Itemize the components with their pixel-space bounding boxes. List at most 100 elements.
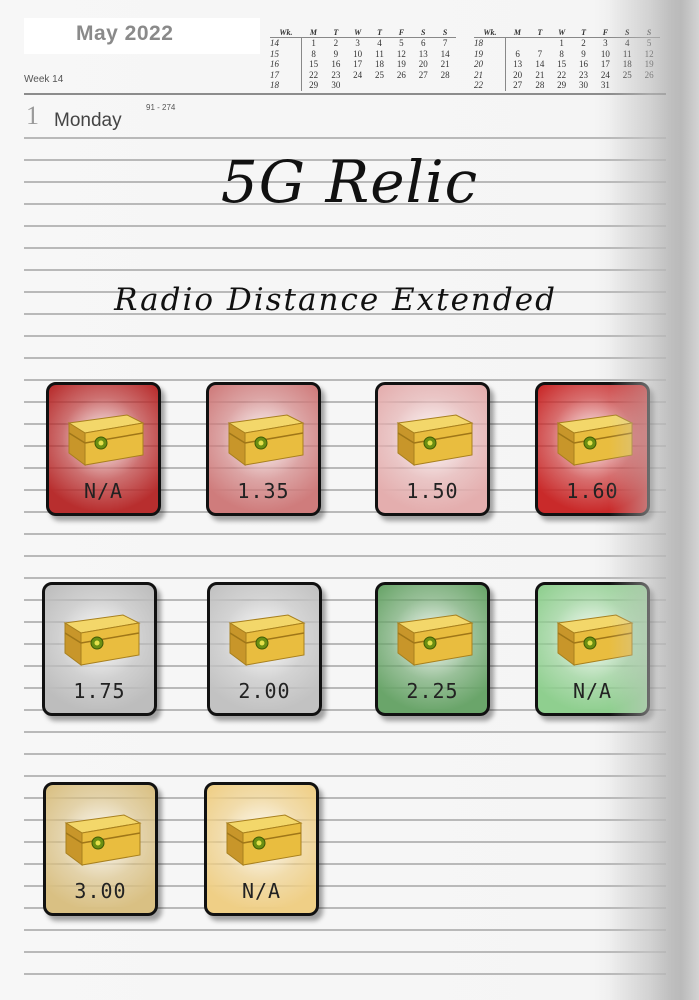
cal-day: 28 xyxy=(440,69,450,80)
mini-calendar-week: 20 13 14 15 16 17 18 19 xyxy=(474,59,660,70)
treasure-chest-icon xyxy=(227,414,305,466)
card-value: 3.00 xyxy=(74,879,127,903)
cal-day: 21 xyxy=(440,59,450,70)
cal-col-header: M xyxy=(301,27,325,38)
card-value: 1.50 xyxy=(406,479,459,503)
cal-day xyxy=(369,80,391,91)
mini-calendar-header: Wk. M T W T F S S xyxy=(270,27,456,38)
cal-day: 30 xyxy=(331,80,341,91)
cal-day xyxy=(390,80,412,91)
mini-calendar-week: 16 15 16 17 18 19 20 21 xyxy=(270,59,456,70)
treasure-chest-icon xyxy=(396,414,474,466)
cal-day: 17 xyxy=(600,59,610,70)
treasure-chest-icon xyxy=(64,814,142,866)
cal-day: 8 xyxy=(311,48,316,59)
cal-col-header: T xyxy=(324,27,347,38)
cal-day: 17 xyxy=(353,59,363,70)
cal-day: 11 xyxy=(622,48,632,59)
cal-day: 13 xyxy=(513,59,523,70)
week-label: Week 14 xyxy=(24,74,64,85)
cal-day: 14 xyxy=(440,48,450,59)
cal-day: 7 xyxy=(537,48,543,59)
relic-card[interactable]: 1.50 xyxy=(375,382,490,516)
relic-card[interactable]: 3.00 xyxy=(43,782,158,916)
cal-col-header: F xyxy=(594,27,617,38)
cal-day: 6 xyxy=(420,38,426,49)
relic-card[interactable]: N/A xyxy=(204,782,319,916)
week-number: 18 xyxy=(270,80,303,91)
mini-calendar-week: 18 1 2 3 4 5 xyxy=(474,37,660,49)
relic-card[interactable]: 1.75 xyxy=(42,582,157,716)
cal-day: 26 xyxy=(396,69,406,80)
card-value: 1.75 xyxy=(73,679,126,703)
ruled-line xyxy=(24,335,666,337)
relic-card[interactable]: N/A xyxy=(46,382,161,516)
cal-day: 28 xyxy=(535,80,545,91)
relic-card[interactable]: 1.35 xyxy=(206,382,321,516)
cal-day: 9 xyxy=(333,48,339,59)
cal-day xyxy=(529,38,551,49)
cal-day: 19 xyxy=(644,59,654,70)
cal-day: 26 xyxy=(644,69,654,80)
cal-day: 23 xyxy=(331,69,341,80)
cal-day: 5 xyxy=(646,38,652,49)
cal-day: 15 xyxy=(557,59,567,70)
cal-day: 20 xyxy=(513,69,523,80)
cal-day: 27 xyxy=(418,69,428,80)
treasure-chest-icon xyxy=(556,614,634,666)
card-value: N/A xyxy=(572,679,613,703)
cal-day: 7 xyxy=(442,38,448,49)
cal-col-header: S xyxy=(638,27,660,38)
mini-calendar-week: 17 22 23 24 25 26 27 28 xyxy=(270,69,456,80)
cal-day: 23 xyxy=(579,69,589,80)
cal-col-header: T xyxy=(572,27,595,38)
day-of-year-range: 91 - 274 xyxy=(146,103,176,112)
cal-day xyxy=(347,80,369,91)
ruled-line xyxy=(24,555,666,557)
week-number: 19 xyxy=(474,48,507,59)
page-title: 5G Relic xyxy=(220,148,479,216)
cal-col-header: M xyxy=(505,27,529,38)
cal-day: 27 xyxy=(513,80,523,91)
week-number: 14 xyxy=(270,37,303,49)
cal-col-header: S xyxy=(412,27,435,38)
cal-col-header: T xyxy=(528,27,551,38)
ruled-line xyxy=(24,731,666,733)
cal-day: 31 xyxy=(600,80,610,91)
cal-day xyxy=(412,80,434,91)
cal-day: 24 xyxy=(600,69,610,80)
relic-card[interactable]: 2.00 xyxy=(207,582,322,716)
ruled-line xyxy=(24,929,666,931)
mini-calendar-week: 19 6 7 8 9 10 11 12 xyxy=(474,48,660,59)
mini-calendar-header: Wk. M T W T F S S xyxy=(474,27,660,38)
header-rule xyxy=(24,93,666,95)
relic-card[interactable]: 1.60 xyxy=(535,382,650,516)
week-number: 21 xyxy=(474,69,507,80)
treasure-chest-icon xyxy=(225,814,303,866)
relic-card[interactable]: N/A xyxy=(535,582,650,716)
mini-calendar-week: 21 20 21 22 23 24 25 26 xyxy=(474,69,660,80)
ruled-line xyxy=(24,247,666,249)
treasure-chest-icon xyxy=(63,614,141,666)
treasure-chest-icon xyxy=(556,414,634,466)
cal-day: 4 xyxy=(624,38,630,49)
cal-day: 3 xyxy=(603,38,608,49)
cal-day: 12 xyxy=(644,48,654,59)
relic-card[interactable]: 2.25 xyxy=(375,582,490,716)
ruled-line xyxy=(24,379,666,381)
card-value: 1.60 xyxy=(566,479,619,503)
day-name: Monday xyxy=(54,110,122,131)
cal-day: 11 xyxy=(375,48,384,59)
cal-day: 14 xyxy=(535,59,545,70)
cal-day: 9 xyxy=(581,48,586,59)
cal-day: 19 xyxy=(396,59,406,70)
cal-day: 29 xyxy=(557,80,567,91)
cal-day: 25 xyxy=(622,69,632,80)
card-value: 1.35 xyxy=(237,479,290,503)
mini-calendar-week: 18 29 30 xyxy=(270,80,456,91)
ruled-line xyxy=(24,753,666,755)
cal-col-header: F xyxy=(390,27,413,38)
month-title: May 2022 xyxy=(76,22,174,45)
cal-day: 12 xyxy=(396,48,406,59)
cal-day: 3 xyxy=(355,38,360,49)
